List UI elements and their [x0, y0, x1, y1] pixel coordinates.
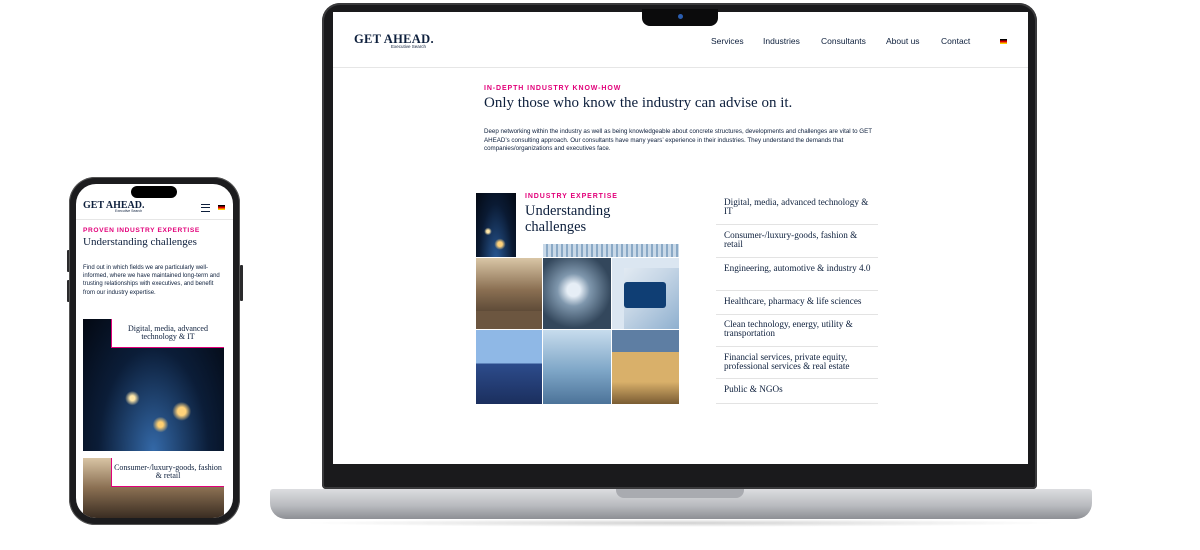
mobile-eyebrow: PROVEN INDUSTRY EXPERTISE [83, 227, 200, 234]
camera-icon [678, 14, 683, 19]
government-building-image [612, 330, 679, 404]
logo-tagline: Executive Search [391, 44, 427, 49]
industry-item-healthcare[interactable]: Healthcare, pharmacy & life sciences [716, 296, 878, 315]
nav-about-us[interactable]: About us [886, 36, 920, 46]
solar-panels-image [476, 330, 542, 404]
network-earth-image [476, 193, 516, 257]
industry-robot-image [543, 258, 611, 329]
financial-chart-image [543, 330, 611, 404]
phone-power-button [240, 265, 243, 301]
mobile-logo-tagline: Executive Search [115, 209, 143, 213]
expertise-eyebrow: INDUSTRY EXPERTISE [525, 193, 618, 200]
industry-item-financial[interactable]: Financial services, private equity, prof… [716, 352, 878, 379]
mobile-body: Find out in which fields we are particul… [83, 265, 220, 296]
hamburger-menu-icon[interactable] [201, 204, 210, 212]
nav-services[interactable]: Services [711, 36, 744, 46]
intro-body: Deep networking within the industry as w… [484, 128, 872, 152]
mobile-header-divider [76, 219, 233, 220]
german-flag-icon[interactable] [218, 205, 225, 210]
expertise-heading: Understanding challenges [525, 203, 611, 235]
mobile-card-consumer[interactable]: Consumer-/luxury-goods, fashion & retail [111, 458, 224, 487]
industry-item-engineering[interactable]: Engineering, automotive & industry 4.0 [716, 263, 878, 291]
industry-item-cleantech[interactable]: Clean technology, energy, utility & tran… [716, 319, 878, 347]
retail-mall-image [476, 258, 542, 329]
nav-consultants[interactable]: Consultants [821, 36, 866, 46]
mobile-card-digital[interactable]: Digital, media, advanced technology & IT [111, 319, 224, 348]
phone-dynamic-island [131, 186, 177, 198]
nav-contact[interactable]: Contact [941, 36, 970, 46]
intro-heading: Only those who know the industry can adv… [484, 95, 793, 111]
industry-item-public[interactable]: Public & NGOs [716, 384, 878, 404]
german-flag-icon[interactable] [1000, 39, 1007, 44]
nav-industries[interactable]: Industries [763, 36, 800, 46]
buildings-image [543, 244, 679, 257]
laptop-screen: GET AHEAD. Executive Search Services Ind… [333, 12, 1028, 464]
laptop-opening-groove [616, 489, 744, 498]
intro-eyebrow: IN-DEPTH INDUSTRY KNOW-HOW [484, 85, 622, 92]
phone-screen: GET AHEAD. Executive Search PROVEN INDUS… [76, 184, 233, 518]
laptop-shadow [300, 519, 1060, 527]
healthcare-tablet-image [612, 258, 679, 329]
industry-item-consumer[interactable]: Consumer-/luxury-goods, fashion & retail [716, 230, 878, 258]
mobile-heading: Understanding challenges [83, 236, 197, 248]
industry-item-digital[interactable]: Digital, media, advanced technology & IT [716, 197, 878, 225]
